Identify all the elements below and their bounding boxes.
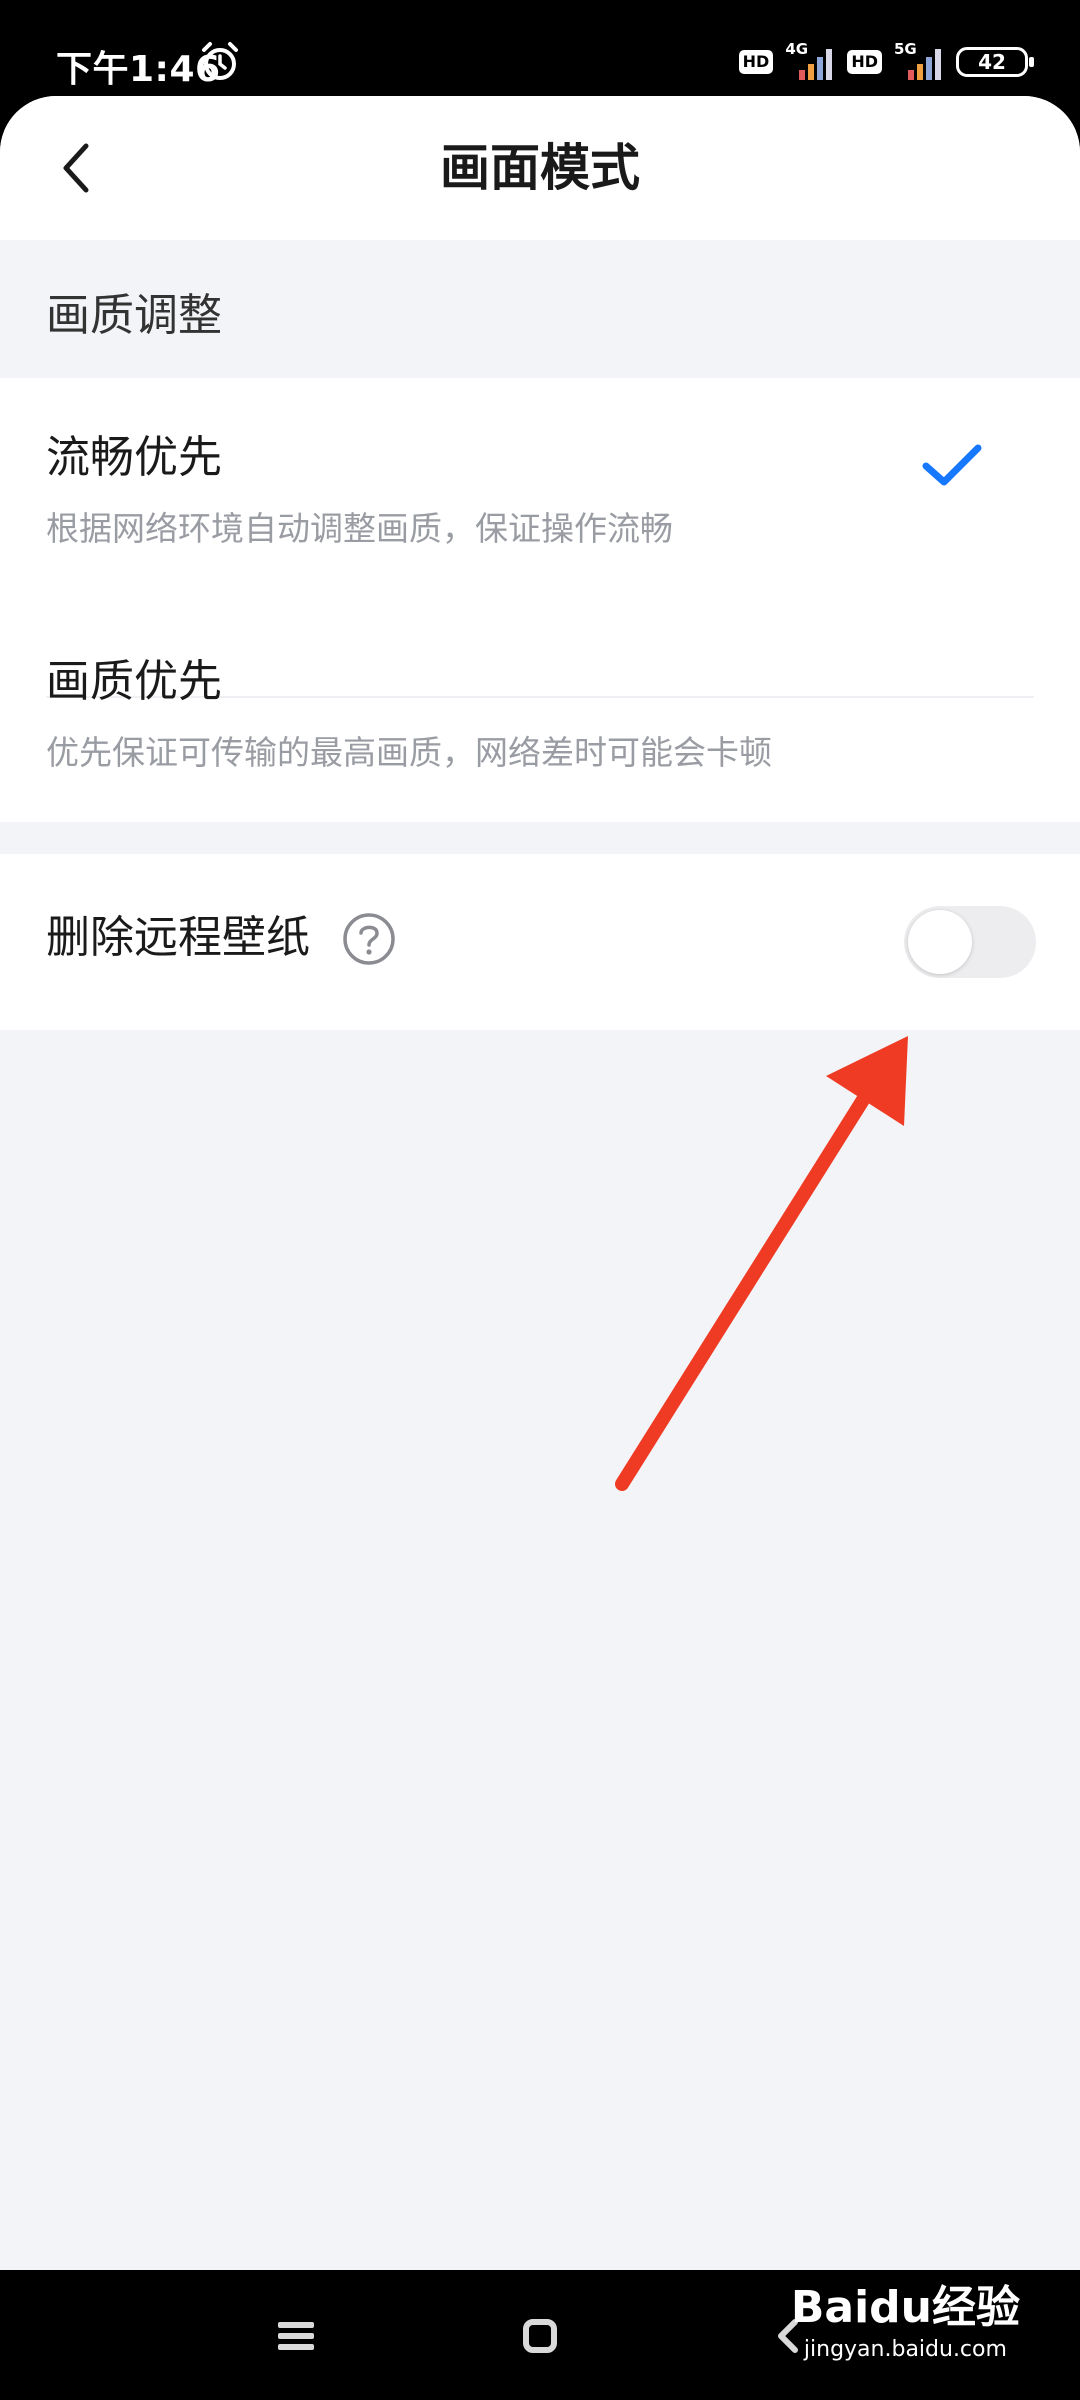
option-description: 根据网络环境自动调整画质，保证操作流畅 — [46, 509, 673, 548]
option-title: 画质优先 — [46, 656, 222, 707]
battery-icon: 42 — [956, 47, 1034, 77]
hd-badge: HD — [738, 50, 774, 74]
signal-icon: 5G — [892, 40, 946, 80]
status-time: 下午1:46 — [56, 49, 221, 90]
section-header-quality: 画质调整 — [46, 290, 222, 341]
menu-icon — [278, 2322, 314, 2350]
app-screen: 画面模式 画质调整 流畅优先 根据网络环境自动调整画质，保证操作流畅 画质优先 … — [0, 96, 1080, 2270]
status-icons: HD 4G HD 5G 42 — [738, 40, 1034, 84]
menu-button[interactable] — [266, 2306, 326, 2366]
watermark-brand: Baidu经验 — [790, 2282, 1020, 2333]
option-description: 优先保证可传输的最高画质，网络差时可能会卡顿 — [46, 733, 772, 772]
alarm-icon — [202, 42, 238, 80]
option-smooth-first[interactable]: 流畅优先 根据网络环境自动调整画质，保证操作流畅 — [0, 378, 1080, 696]
option-quality-first[interactable]: 画质优先 优先保证可传输的最高画质，网络差时可能会卡顿 — [0, 656, 1080, 822]
remote-wallpaper-toggle[interactable] — [904, 906, 1036, 978]
page-title: 画面模式 — [440, 139, 640, 197]
check-icon — [922, 444, 982, 486]
question-circle-icon[interactable] — [342, 912, 396, 966]
nav-bar: 画面模式 — [0, 96, 1080, 240]
network-type-label: 4G — [785, 40, 809, 58]
quality-options-card: 流畅优先 根据网络环境自动调整画质，保证操作流畅 画质优先 优先保证可传输的最高… — [0, 378, 1080, 822]
network-type-label: 5G — [894, 40, 917, 58]
signal-icon: 4G — [783, 40, 837, 80]
toggle-knob — [908, 910, 972, 974]
option-title: 流畅优先 — [46, 432, 222, 483]
home-button[interactable] — [510, 2306, 570, 2366]
hd-badge: HD — [847, 50, 882, 74]
watermark-url: jingyan.baidu.com — [803, 2337, 1007, 2362]
system-nav-bar: Baidu经验 jingyan.baidu.com — [0, 2270, 1080, 2400]
remote-wallpaper-label: 删除远程壁纸 — [46, 912, 310, 963]
battery-level: 42 — [978, 50, 1006, 74]
watermark: Baidu经验 jingyan.baidu.com — [791, 2280, 1020, 2364]
home-icon — [523, 2319, 557, 2353]
remote-wallpaper-row: 删除远程壁纸 — [0, 854, 1080, 1030]
